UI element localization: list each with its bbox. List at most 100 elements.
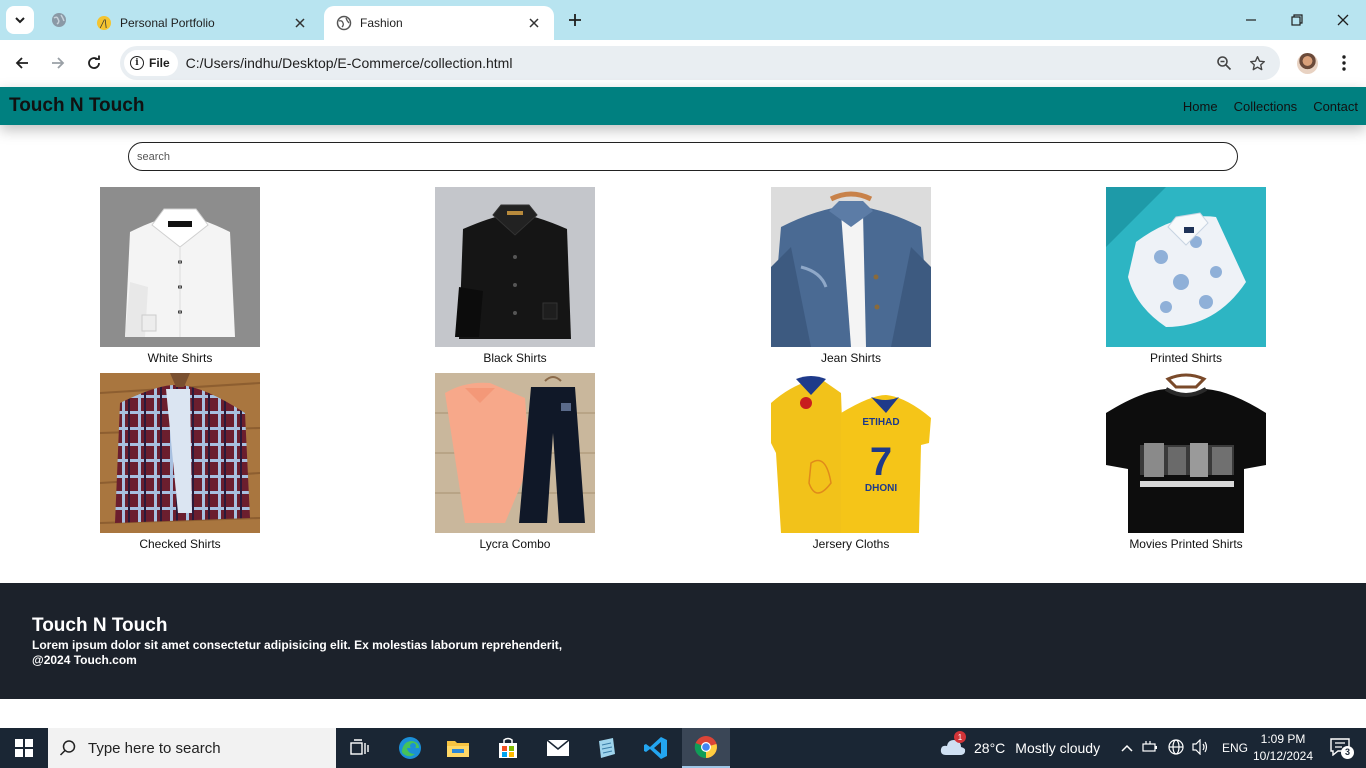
weather-temp: 28°C bbox=[974, 740, 1006, 756]
reload-icon bbox=[88, 55, 100, 69]
site-header: Touch N Touch Home Collections Contact bbox=[0, 87, 1366, 125]
arrow-right-icon bbox=[52, 57, 65, 69]
tab-search-button[interactable] bbox=[6, 6, 34, 34]
chevron-up-icon[interactable] bbox=[1120, 740, 1134, 756]
search-icon bbox=[48, 739, 88, 757]
svg-text:DHONI: DHONI bbox=[865, 483, 897, 494]
close-window-button[interactable] bbox=[1320, 0, 1366, 40]
footer-description: Lorem ipsum dolor sit amet consectetur a… bbox=[32, 638, 563, 652]
product-label: Checked Shirts bbox=[139, 537, 221, 551]
vscode-app[interactable] bbox=[632, 728, 680, 768]
footer-title: Touch N Touch bbox=[32, 615, 168, 636]
product-card-black-shirts[interactable]: Black Shirts bbox=[425, 187, 605, 365]
printed-shirt-image[interactable] bbox=[1106, 187, 1266, 347]
network-globe-icon[interactable] bbox=[1168, 738, 1184, 758]
system-tray: ENG bbox=[1120, 728, 1248, 768]
lycra-combo-image[interactable] bbox=[435, 373, 595, 533]
speaker-icon[interactable] bbox=[1192, 738, 1210, 758]
product-search-input[interactable] bbox=[128, 142, 1238, 171]
taskbar-clock[interactable]: 1:09 PM 10/12/2024 bbox=[1250, 731, 1316, 765]
url-text[interactable]: C:/Users/indhu/Desktop/E-Commerce/collec… bbox=[186, 55, 1214, 71]
notification-icon: 3 bbox=[1330, 737, 1354, 759]
nav-home-link[interactable]: Home bbox=[1183, 99, 1218, 114]
microsoft-store-app[interactable] bbox=[484, 728, 532, 768]
clock-time: 1:09 PM bbox=[1260, 732, 1306, 746]
cloud-icon: 1 bbox=[940, 731, 968, 759]
more-vertical-icon bbox=[1342, 55, 1346, 71]
zoom-icon[interactable] bbox=[1214, 53, 1234, 73]
language-indicator[interactable]: ENG bbox=[1222, 741, 1248, 755]
tab-personal-portfolio[interactable]: /\ Personal Portfolio bbox=[84, 6, 320, 40]
checked-shirt-image[interactable] bbox=[100, 373, 260, 533]
back-button[interactable] bbox=[10, 51, 34, 75]
address-bar[interactable]: i File C:/Users/indhu/Desktop/E-Commerce… bbox=[120, 46, 1280, 80]
site-brand[interactable]: Touch N Touch bbox=[9, 95, 144, 117]
arrow-left-icon bbox=[15, 57, 28, 69]
nav-contact-link[interactable]: Contact bbox=[1313, 99, 1358, 114]
forward-button[interactable] bbox=[46, 51, 70, 75]
product-label: Lycra Combo bbox=[479, 537, 551, 551]
notepad-app[interactable] bbox=[582, 728, 630, 768]
browser-toolbar: i File C:/Users/indhu/Desktop/E-Commerce… bbox=[0, 40, 1366, 86]
task-view-button[interactable] bbox=[336, 728, 384, 768]
plus-icon bbox=[569, 14, 581, 26]
chevron-down-icon bbox=[15, 17, 25, 24]
chrome-icon bbox=[694, 736, 717, 759]
close-tab-icon[interactable] bbox=[292, 15, 308, 31]
product-label: Jersery Cloths bbox=[812, 537, 890, 551]
product-card-jersery-cloths[interactable]: ETIHAD 7 DHONI Jersery Cloths bbox=[761, 373, 941, 551]
pinned-tab[interactable] bbox=[50, 11, 68, 29]
start-button[interactable] bbox=[0, 728, 48, 768]
weather-widget[interactable]: 1 28°C Mostly cloudy bbox=[940, 728, 1100, 768]
profile-avatar[interactable] bbox=[1297, 53, 1318, 74]
restore-button[interactable] bbox=[1274, 0, 1320, 40]
file-explorer-app[interactable] bbox=[434, 728, 482, 768]
close-tab-icon[interactable] bbox=[526, 15, 542, 31]
minimize-button[interactable] bbox=[1228, 0, 1274, 40]
product-card-lycra-combo[interactable]: Lycra Combo bbox=[425, 373, 605, 551]
svg-text:7: 7 bbox=[870, 440, 892, 484]
store-icon bbox=[499, 737, 517, 758]
black-shirt-image[interactable] bbox=[435, 187, 595, 347]
weather-condition: Mostly cloudy bbox=[1015, 740, 1101, 756]
site-nav: Home Collections Contact bbox=[1183, 99, 1358, 114]
chip-label: File bbox=[149, 56, 170, 70]
product-card-white-shirts[interactable]: White Shirts bbox=[90, 187, 270, 365]
svg-text:ETIHAD: ETIHAD bbox=[862, 417, 899, 428]
white-shirt-image[interactable] bbox=[100, 187, 260, 347]
movies-printed-shirt-image[interactable] bbox=[1106, 373, 1266, 533]
svg-text:/\: /\ bbox=[100, 19, 108, 30]
edge-icon bbox=[399, 737, 421, 759]
battery-plug-icon[interactable] bbox=[1142, 740, 1160, 757]
chrome-app[interactable] bbox=[682, 728, 730, 768]
product-card-checked-shirts[interactable]: Checked Shirts bbox=[90, 373, 270, 551]
bookmark-star-icon[interactable] bbox=[1247, 53, 1267, 73]
mail-app[interactable] bbox=[534, 728, 582, 768]
product-card-printed-shirts[interactable]: Printed Shirts bbox=[1096, 187, 1276, 365]
close-icon bbox=[1337, 14, 1349, 26]
windows-logo-icon bbox=[15, 739, 33, 757]
jersey-image[interactable]: ETIHAD 7 DHONI bbox=[771, 373, 931, 533]
product-label: Jean Shirts bbox=[820, 351, 882, 365]
site-info-chip[interactable]: i File bbox=[124, 50, 178, 76]
nav-collections-link[interactable]: Collections bbox=[1234, 99, 1298, 114]
tab-fashion[interactable]: Fashion bbox=[324, 6, 554, 40]
clock-date: 10/12/2024 bbox=[1252, 749, 1314, 763]
edge-app[interactable] bbox=[386, 728, 434, 768]
mail-icon bbox=[546, 739, 570, 756]
action-center-button[interactable]: 3 bbox=[1322, 728, 1358, 768]
footer-copyright: @2024 Touch.com bbox=[32, 653, 137, 667]
product-label: Printed Shirts bbox=[1149, 351, 1223, 365]
task-view-icon bbox=[350, 739, 369, 755]
product-label: Movies Printed Shirts bbox=[1129, 537, 1243, 551]
restore-icon bbox=[1291, 14, 1303, 26]
reload-button[interactable] bbox=[82, 51, 106, 75]
product-card-movies-printed-shirts[interactable]: Movies Printed Shirts bbox=[1096, 373, 1276, 551]
portfolio-favicon-icon: /\ bbox=[96, 15, 112, 31]
product-label: Black Shirts bbox=[483, 351, 547, 365]
browser-menu-button[interactable] bbox=[1334, 51, 1354, 75]
new-tab-button[interactable] bbox=[565, 10, 585, 30]
product-card-jean-shirts[interactable]: Jean Shirts bbox=[761, 187, 941, 365]
jean-shirt-image[interactable] bbox=[771, 187, 931, 347]
taskbar-search-box[interactable]: Type here to search bbox=[48, 728, 336, 768]
